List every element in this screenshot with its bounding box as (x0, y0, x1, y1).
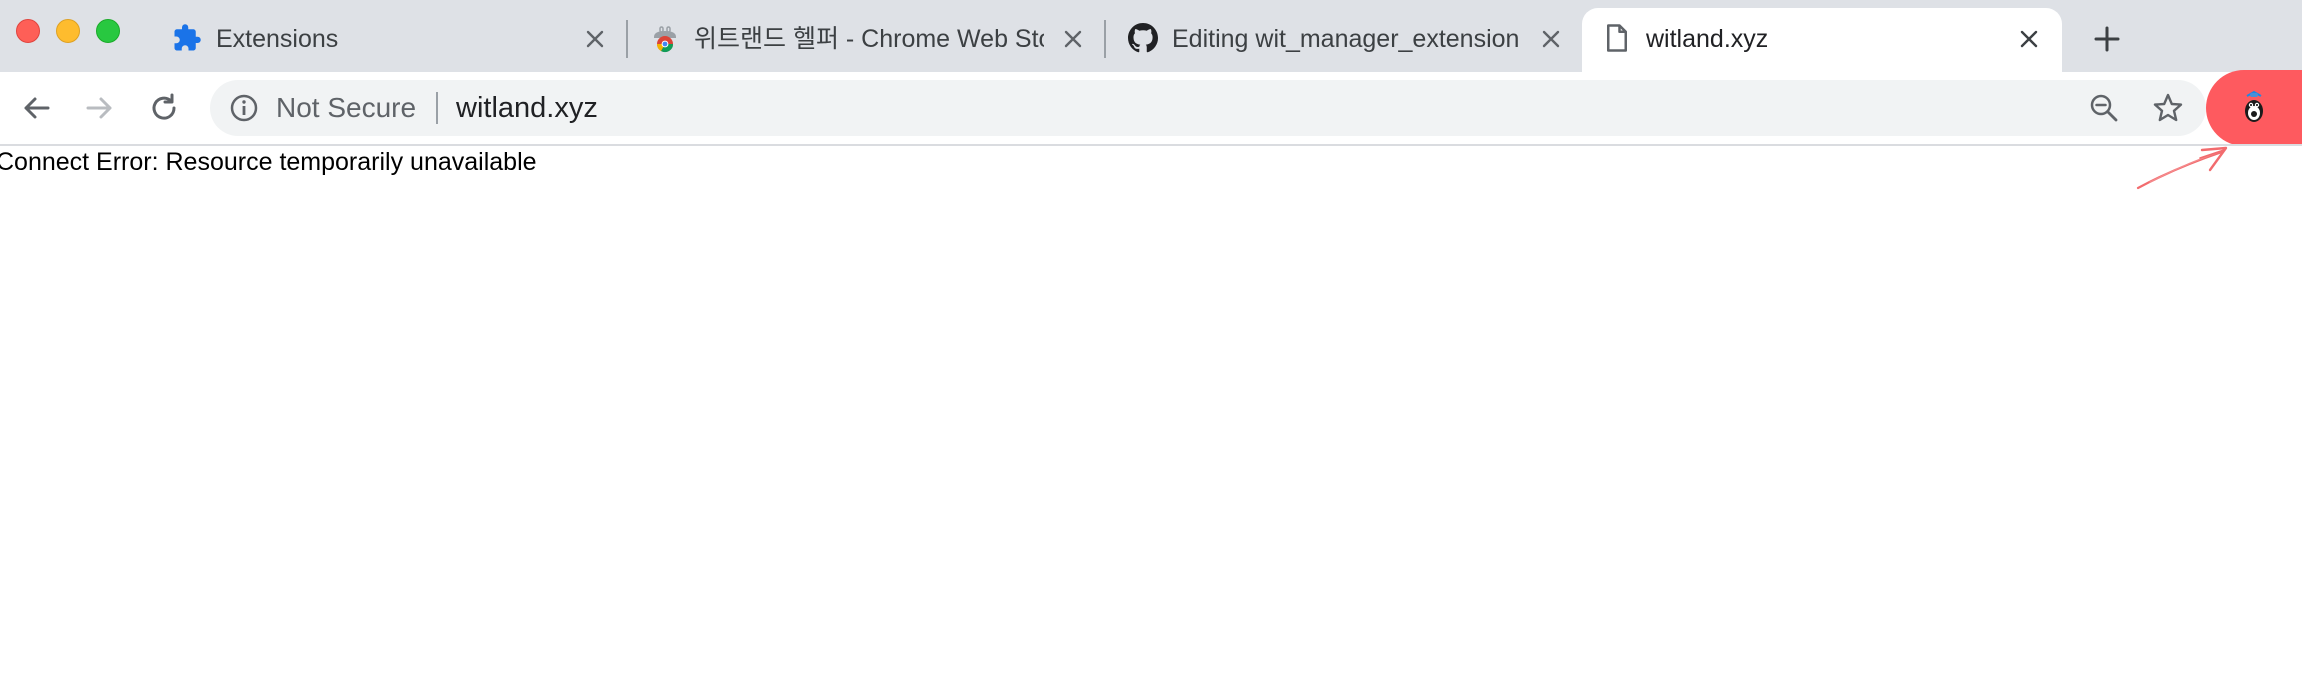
zoom-out-icon[interactable] (2086, 90, 2122, 126)
tab-close-icon[interactable] (580, 24, 610, 54)
tab-close-icon[interactable] (2014, 24, 2044, 54)
tab-witland[interactable]: witland.xyz (1582, 8, 2062, 72)
tab-close-icon[interactable] (1536, 24, 1566, 54)
forward-arrow-icon (86, 97, 112, 119)
tab-separator (1104, 20, 1106, 58)
address-bar[interactable]: Not Secure witland.xyz (210, 80, 2206, 136)
security-label[interactable]: Not Secure (276, 88, 416, 128)
error-message: Connect Error: Resource temporarily unav… (0, 148, 537, 176)
info-icon[interactable] (228, 92, 260, 124)
browser-toolbar: Not Secure witland.xyz (0, 72, 2302, 144)
back-arrow-icon (24, 97, 50, 119)
tab-title: Editing wit_manager_extension (1172, 25, 1520, 53)
chrome-web-store-icon (650, 23, 680, 53)
bookmark-star-icon[interactable] (2150, 90, 2186, 126)
window-minimize-button[interactable] (56, 19, 80, 43)
tab-extensions[interactable]: Extensions (152, 8, 622, 72)
extension-button[interactable] (2236, 90, 2272, 126)
extension-highlight (2206, 70, 2302, 146)
forward-button[interactable] (76, 84, 124, 132)
witland-extension-icon (2245, 90, 2263, 122)
tab-strip: Extensions 위트랜드 헬퍼 - Chrome Web Sto Edit… (0, 0, 2302, 72)
github-icon (1128, 23, 1158, 53)
tab-separator (626, 20, 628, 58)
tab-close-icon[interactable] (1058, 24, 1088, 54)
page-icon (1602, 23, 1632, 53)
annotation-arrow (2136, 146, 2228, 190)
url-text[interactable]: witland.xyz (456, 88, 598, 128)
back-button[interactable] (12, 84, 60, 132)
reload-button[interactable] (140, 84, 188, 132)
tab-title: Extensions (216, 25, 339, 53)
tab-title: 위트랜드 헬퍼 - Chrome Web Sto (694, 25, 1044, 53)
reload-icon (152, 93, 176, 120)
new-tab-button[interactable] (2088, 20, 2126, 58)
tab-title: witland.xyz (1646, 25, 1769, 53)
window-zoom-button[interactable] (96, 19, 120, 43)
tab-github[interactable]: Editing wit_manager_extension (1108, 8, 1578, 72)
window-close-button[interactable] (16, 19, 40, 43)
puzzle-icon (172, 23, 202, 53)
tab-chrome-web-store[interactable]: 위트랜드 헬퍼 - Chrome Web Sto (630, 8, 1100, 72)
address-divider (436, 92, 438, 124)
page-content: Connect Error: Resource temporarily unav… (0, 146, 2302, 686)
